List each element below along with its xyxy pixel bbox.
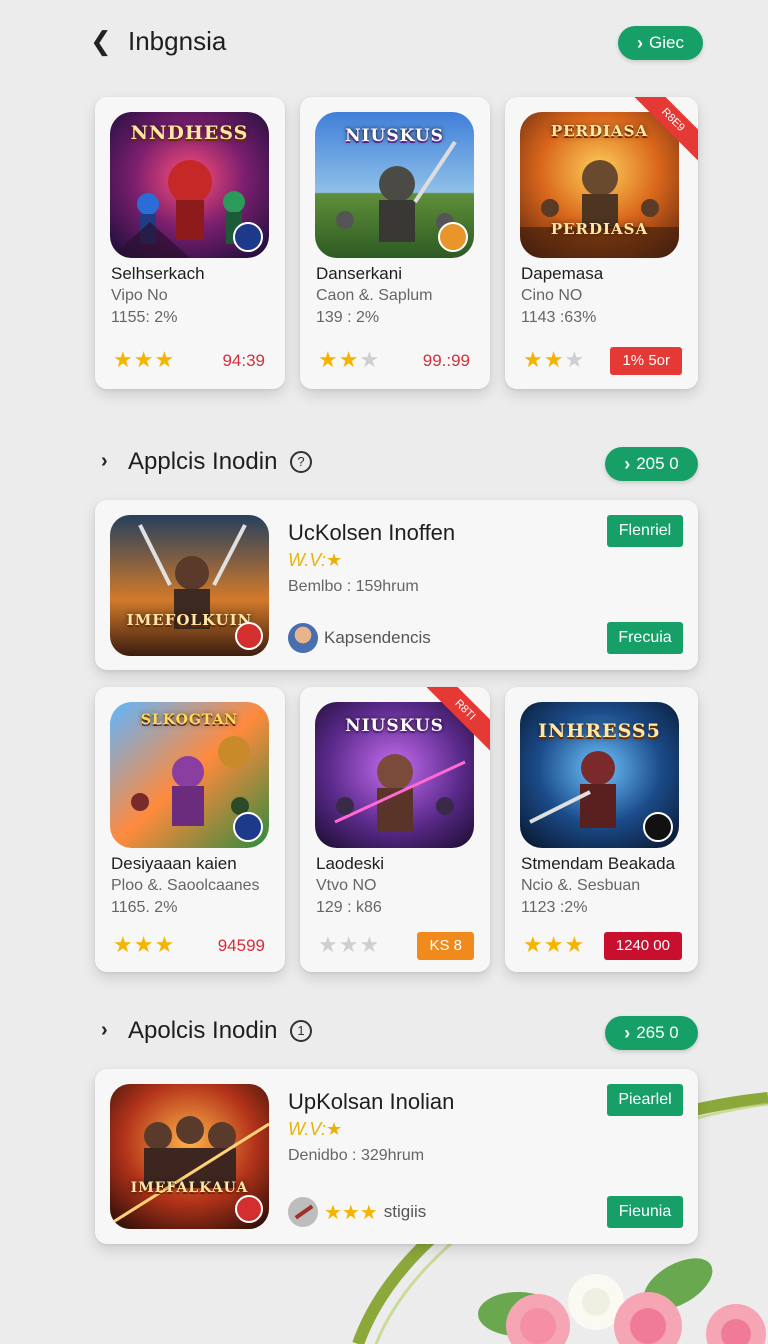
game-stat: 1165. 2% [111,899,178,916]
game-card[interactable]: SLKOGTAN Desiyaaan kaien Ploo &. Saoolca… [95,687,285,972]
section-action-button[interactable]: › 265 0 [605,1016,698,1050]
game-name: Laodeski [316,854,385,873]
platform-badge-icon [643,812,673,842]
chevron-right-icon: › [624,1022,631,1043]
game-price: 94:39 [222,351,265,370]
platform-badge-icon [438,222,468,252]
featured-thumbnail: IMEFALKAUA [110,1084,269,1229]
game-card[interactable]: PERDIASA PERDIASA R8E9 Dapemasa Cino NO … [505,97,698,389]
game-stat: 129 : k86 [316,899,382,916]
game-thumbnail: SLKOGTAN [110,702,269,848]
game-card[interactable]: INHRESS5 Stmendam Beakada Ncio &. Sesbua… [505,687,698,972]
featured-app-card[interactable]: IMEFOLKUIN UcKolsen Inoffen W.V:★ Bemlbo… [95,500,698,670]
game-name: Desiyaaan kaien [111,854,237,873]
section-title: Applcis Inodin [128,448,278,475]
game-developer: Vtvo NO [316,877,377,894]
game-card[interactable]: NIUSKUS Danserkani Caon &. Saplum 139 : … [300,97,490,389]
featured-primary-button[interactable]: Piearlel [607,1084,683,1116]
game-developer: Cino NO [521,287,583,304]
developer-avatar [288,623,318,653]
game-stat: 1155: 2% [111,309,178,326]
game-card[interactable]: NIUSKUS R8TI Laodeski Vtvo NO 129 : k86 … [300,687,490,972]
star-rating: ★★★ [523,347,586,372]
star-rating: ★★★ [113,347,176,372]
game-developer: Ncio &. Sesbuan [521,877,641,894]
info-icon[interactable]: ? [290,451,312,473]
header-action-button[interactable]: › Giec [618,26,703,60]
platform-badge-icon [233,812,263,842]
game-stat: 1143 :63% [521,309,597,326]
featured-rating: W.V:★ [288,1119,343,1139]
featured-title: UcKolsen Inoffen [288,520,456,545]
developer-stars: ★★★ [324,1201,378,1224]
featured-app-card[interactable]: IMEFALKAUA UpKolsan Inolian W.V:★ Denidb… [95,1069,698,1244]
game-card[interactable]: NNDHESS Selhserkach Vipo No 1155: 2% ★★★… [95,97,285,389]
featured-title: UpKolsan Inolian [288,1089,455,1114]
game-name: Dapemasa [521,264,604,283]
thumbnail-logo-text: NIUSKUS [345,716,444,736]
game-developer: Vipo No [111,287,168,304]
star-rating: ★★★ [318,347,381,372]
price-tag[interactable]: KS 8 [417,932,474,960]
game-thumbnail: INHRESS5 [520,702,679,848]
featured-secondary-button[interactable]: Frecuia [607,622,683,654]
star-rating: ★★★ [113,932,176,957]
game-developer: Caon &. Saplum [316,287,433,304]
game-thumbnail: NIUSKUS [315,112,474,258]
developer-name: stigiis [383,1202,427,1221]
game-developer: Ploo &. Saoolcaanes [111,877,260,894]
price-tag[interactable]: 1240 00 [603,932,682,960]
game-name: Selhserkach [111,264,205,283]
featured-meta: Bemlbo : 159hrum [288,578,419,595]
info-icon[interactable]: 1 [290,1020,312,1042]
game-price: 94599 [217,936,265,955]
thumbnail-logo-text: PERDIASA [550,122,649,140]
thumbnail-logo-text: SLKOGTAN [140,712,239,728]
game-price: 99.:99 [422,351,470,370]
game-stat: 139 : 2% [316,309,380,326]
star-rating: ★★★ [318,932,381,957]
thumbnail-logo-text: IMEFALKAUA [130,1180,249,1196]
thumbnail-logo-text: INHRESS5 [538,720,661,742]
featured-rating: W.V:★ [288,550,343,570]
header-action-label: Giec [649,33,684,52]
game-name: Danserkani [316,264,402,283]
platform-badge-icon [235,622,263,650]
section-action-button[interactable]: › 205 0 [605,447,698,481]
section-action-label: 205 0 [636,454,679,473]
page-title: Inbgnsia [128,26,227,56]
game-thumbnail: PERDIASA PERDIASA [520,112,679,258]
thumbnail-logo-text: NIUSKUS [345,126,444,146]
developer-row: Kapsendencis [288,622,431,654]
price-tag[interactable]: 1% 5or [610,347,682,375]
featured-thumbnail: IMEFOLKUIN [110,515,269,656]
game-thumbnail: NIUSKUS [315,702,474,848]
game-stat: 1123 :2% [521,899,588,916]
developer-row: ★★★ stigiis [288,1196,426,1228]
star-rating: ★★★ [523,932,586,957]
featured-secondary-button[interactable]: Fieunia [607,1196,683,1228]
thumbnail-logo-subtext: PERDIASA [550,220,649,238]
featured-meta: Denidbo : 329hrum [288,1147,425,1164]
platform-badge-icon [233,222,263,252]
section-chevron-icon: › [101,1019,108,1041]
chevron-right-icon: › [624,453,631,474]
developer-avatar [288,1197,318,1227]
section-chevron-icon: › [101,450,108,472]
section-title: Apolcis Inodin [128,1017,278,1044]
featured-primary-button[interactable]: Flenriel [607,515,683,547]
section-action-label: 265 0 [636,1023,679,1042]
chevron-right-icon: › [637,32,644,53]
game-name: Stmendam Beakada [521,854,676,873]
game-thumbnail: NNDHESS [110,112,269,258]
back-chevron-icon[interactable]: ❮ [90,26,114,56]
thumbnail-logo-text: NNDHESS [130,122,249,144]
developer-name: Kapsendencis [324,628,431,647]
platform-badge-icon [235,1195,263,1223]
